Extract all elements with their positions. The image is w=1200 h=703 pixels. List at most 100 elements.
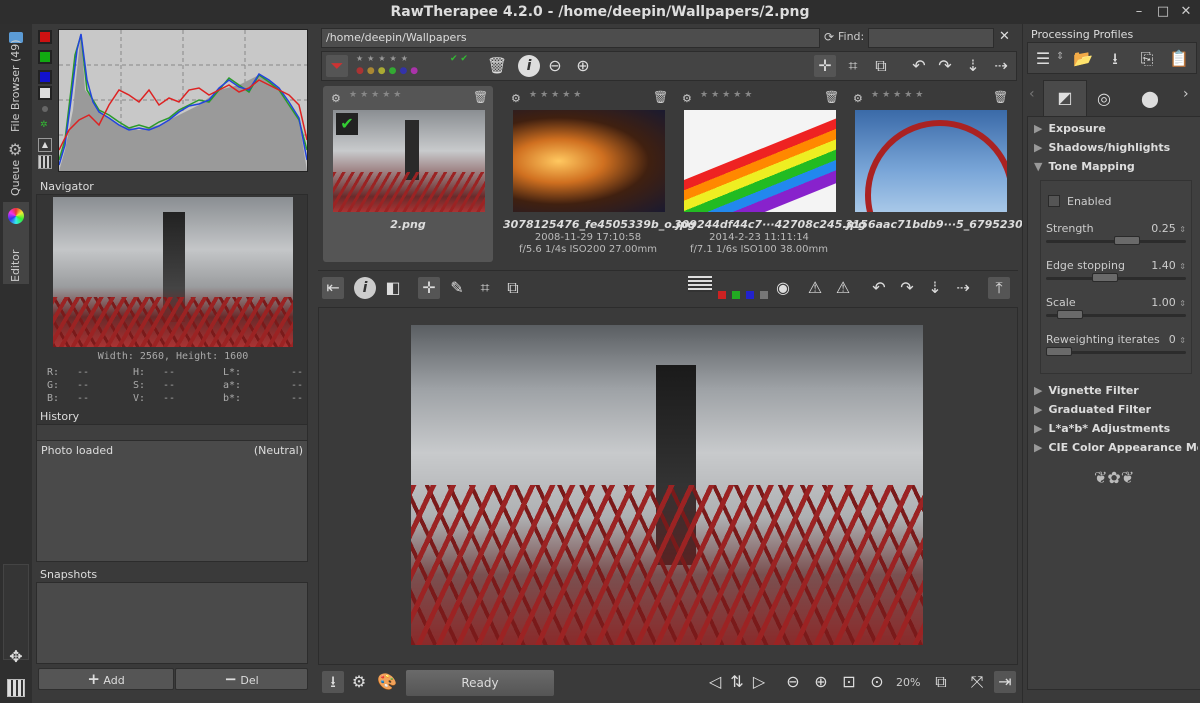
clear-find-icon[interactable]: ✕ bbox=[999, 29, 1010, 44]
slider-knob[interactable] bbox=[1091, 273, 1118, 282]
tabs-scroll-left-icon[interactable]: ‹ bbox=[1029, 86, 1035, 102]
tabs-scroll-right-icon[interactable]: › bbox=[1183, 86, 1189, 102]
thumb-trash-icon[interactable]: 🗑 bbox=[653, 90, 668, 104]
minimize-button[interactable]: – bbox=[1130, 3, 1148, 21]
hide-top-panel-icon[interactable]: ⤒ bbox=[988, 277, 1010, 299]
tab-editor[interactable]: Editor bbox=[3, 202, 29, 284]
preview-blue-icon[interactable] bbox=[746, 291, 754, 299]
rotate-left-icon[interactable]: ↶ bbox=[868, 277, 890, 299]
straighten-icon[interactable]: ⧉ bbox=[502, 277, 524, 299]
delete-snapshot-button[interactable]: − Del bbox=[175, 668, 308, 690]
thumb-gear-icon[interactable]: ⚙ bbox=[682, 92, 692, 105]
detail-window-icon[interactable]: ⧉ bbox=[930, 671, 952, 693]
flip-vertical-icon[interactable]: ⇣ bbox=[924, 277, 946, 299]
slider-knob[interactable] bbox=[1114, 236, 1141, 245]
star-filters[interactable]: ★★★★★ bbox=[356, 54, 412, 63]
slider-scale[interactable]: Scale 1.00 ⇕ bbox=[1046, 296, 1186, 319]
save-profile-icon[interactable]: ⭳ bbox=[1104, 48, 1126, 70]
slider-value[interactable]: 0 ⇕ bbox=[1169, 333, 1186, 346]
thumb-stars[interactable]: ★★★★★ bbox=[349, 90, 404, 100]
close-button[interactable]: ✕ bbox=[1177, 3, 1195, 21]
rotate-left-icon[interactable]: ↶ bbox=[908, 55, 930, 77]
trash-icon[interactable]: 🗑 bbox=[486, 55, 508, 77]
thumbnail[interactable]: ⚙ ★★★★★ 🗑 309244df44c7···42708c245.jpg 2… bbox=[674, 86, 866, 262]
thumbnail-selected[interactable]: ⚙ ★★★★★ 🗑 ✔ 2.png bbox=[323, 86, 493, 262]
zoom-100-icon[interactable]: ⊙ bbox=[866, 671, 888, 693]
edited-filter-icon[interactable]: ✔ ✔ bbox=[450, 54, 468, 64]
rotate-right-icon[interactable]: ↷ bbox=[896, 277, 918, 299]
red-channel-toggle[interactable] bbox=[38, 30, 52, 44]
path-field[interactable]: /home/deepin/Wallpapers bbox=[321, 28, 820, 48]
profile-dropdown-icon[interactable]: ⇕ bbox=[1056, 51, 1064, 62]
luminance-channel-toggle[interactable] bbox=[38, 86, 52, 100]
hide-right-panel-icon[interactable]: ⇥ bbox=[994, 671, 1016, 693]
thumb-trash-icon[interactable]: 🗑 bbox=[993, 90, 1008, 104]
crop-icon[interactable]: ⌗ bbox=[474, 277, 496, 299]
section-graduated-filter[interactable]: ▶ Graduated Filter bbox=[1034, 403, 1151, 416]
tab-exposure[interactable]: ◩ bbox=[1043, 80, 1087, 116]
next-image-icon[interactable]: ▷ bbox=[748, 671, 770, 693]
thumbnail[interactable]: ⚙ ★★★★★ 🗑 3078125476_fe4505339b_o.jpg 20… bbox=[503, 86, 696, 262]
histogram-mode-icon[interactable]: ▲ bbox=[38, 138, 52, 152]
shadow-clip-warning-icon[interactable]: ⚠ bbox=[804, 277, 826, 299]
focus-mask-icon[interactable]: ◉ bbox=[772, 277, 794, 299]
histogram-toggle-icon[interactable] bbox=[7, 679, 25, 697]
slider-knob[interactable] bbox=[1057, 310, 1084, 319]
sync-image-icon[interactable]: ⇅ bbox=[726, 671, 748, 693]
color-label-filters[interactable]: ●●●●●● bbox=[356, 66, 421, 76]
main-preview-area[interactable] bbox=[318, 307, 1018, 665]
thumb-stars[interactable]: ★★★★★ bbox=[871, 90, 926, 100]
section-exposure[interactable]: ▶ Exposure bbox=[1034, 122, 1106, 135]
tab-queue[interactable]: ⚙ Queue bbox=[3, 138, 29, 198]
thumb-trash-icon[interactable]: 🗑 bbox=[473, 90, 488, 104]
zoom-out-icon[interactable]: ⊖ bbox=[544, 55, 566, 77]
external-editor-icon[interactable]: 🎨 bbox=[376, 671, 398, 693]
thumbnail[interactable]: ⚙ ★★★★★ 🗑 3156aac71bdb9···5_6795230.png bbox=[845, 86, 1051, 262]
thumb-trash-icon[interactable]: 🗑 bbox=[824, 90, 839, 104]
maximize-button[interactable]: □ bbox=[1154, 3, 1172, 21]
tab-file-browser[interactable]: File Browser (49) bbox=[3, 28, 29, 132]
main-photo[interactable] bbox=[411, 325, 923, 645]
section-vignette-filter[interactable]: ▶ Vignette Filter bbox=[1034, 384, 1139, 397]
hide-left-panel-icon[interactable]: ⇤ bbox=[322, 277, 344, 299]
slider-strength[interactable]: Strength 0.25 ⇕ bbox=[1046, 222, 1186, 245]
fullscreen-icon[interactable]: ✥ bbox=[5, 646, 27, 668]
slider-value[interactable]: 1.00 ⇕ bbox=[1151, 296, 1186, 309]
navigator-preview[interactable] bbox=[53, 197, 293, 347]
preview-red-icon[interactable] bbox=[718, 291, 726, 299]
fullscreen-icon[interactable]: ⤧ bbox=[966, 671, 988, 693]
preview-channel-icon[interactable] bbox=[688, 276, 712, 292]
enabled-checkbox[interactable] bbox=[1048, 195, 1060, 207]
refresh-icon[interactable]: ⟳ bbox=[824, 30, 834, 44]
send-to-queue-icon[interactable]: ⚙ bbox=[348, 671, 370, 693]
highlight-clip-warning-icon[interactable]: ⚠ bbox=[832, 277, 854, 299]
thumb-stars[interactable]: ★★★★★ bbox=[700, 90, 755, 100]
histogram[interactable] bbox=[58, 29, 308, 172]
slider-reweighting-iterates[interactable]: Reweighting iterates 0 ⇕ bbox=[1046, 333, 1186, 356]
section-shadows-highlights[interactable]: ▶ Shadows/highlights bbox=[1034, 141, 1170, 154]
flip-horizontal-icon[interactable]: ⇢ bbox=[990, 55, 1012, 77]
filter-icon[interactable]: ⏷ bbox=[326, 55, 348, 77]
slider-edge-stopping[interactable]: Edge stopping 1.40 ⇕ bbox=[1046, 259, 1186, 282]
section-tone-mapping[interactable]: ▼ Tone Mapping bbox=[1034, 160, 1135, 173]
thumb-gear-icon[interactable]: ⚙ bbox=[853, 92, 863, 105]
profile-list-icon[interactable]: ☰ bbox=[1032, 48, 1054, 70]
crop-icon[interactable]: ⌗ bbox=[842, 55, 864, 77]
save-image-icon[interactable]: ⭳ bbox=[322, 671, 344, 693]
slider-value[interactable]: 0.25 ⇕ bbox=[1151, 222, 1186, 235]
section-ciecam[interactable]: ▶ CIE Color Appearance Mode bbox=[1034, 441, 1198, 454]
add-snapshot-button[interactable]: + Add bbox=[38, 668, 174, 690]
rotate-right-icon[interactable]: ↷ bbox=[934, 55, 956, 77]
tab-detail-icon[interactable]: ◎ bbox=[1093, 88, 1115, 110]
tab-color-icon[interactable]: ⬤ bbox=[1139, 88, 1161, 110]
previous-image-icon[interactable]: ◁ bbox=[704, 671, 726, 693]
preview-green-icon[interactable] bbox=[732, 291, 740, 299]
zoom-in-icon[interactable]: ⊕ bbox=[810, 671, 832, 693]
find-input[interactable] bbox=[868, 28, 994, 48]
green-channel-toggle[interactable] bbox=[38, 50, 52, 64]
zoom-in-icon[interactable]: ⊕ bbox=[572, 55, 594, 77]
section-lab-adjustments[interactable]: ▶ L*a*b* Adjustments bbox=[1034, 422, 1170, 435]
zoom-out-icon[interactable]: ⊖ bbox=[782, 671, 804, 693]
paste-profile-icon[interactable]: 📋 bbox=[1168, 48, 1190, 70]
slider-knob[interactable] bbox=[1046, 347, 1072, 356]
